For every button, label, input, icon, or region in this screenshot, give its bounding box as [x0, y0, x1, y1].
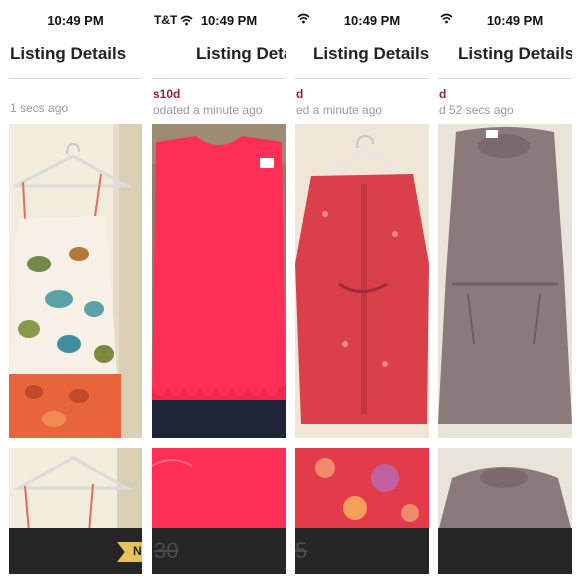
page-title: Listing Detai	[196, 44, 286, 63]
wifi-icon	[297, 13, 310, 24]
bottom-bar: 5	[295, 528, 429, 574]
page-title: Listing Details	[10, 44, 127, 63]
listing-panel-4: 10:49 PM Listing Details d d 52 secs ago	[438, 6, 572, 574]
nav-bar: Listing Detai	[152, 34, 286, 79]
wifi-icon	[440, 13, 453, 24]
bottom-bar: 30	[152, 528, 286, 574]
page-title: Listing Details	[313, 44, 429, 63]
status-time: 10:49 PM	[47, 13, 104, 28]
listing-photo-2[interactable]	[152, 448, 286, 532]
updated-time: 1 secs ago	[10, 101, 69, 115]
screenshot-collage: 10:49 PM Listing Details 1 secs ago N T&…	[0, 0, 580, 580]
listing-meta: d d 52 secs ago	[438, 79, 572, 125]
status-bar: 10:49 PM	[9, 6, 142, 34]
listing-photo[interactable]	[9, 124, 142, 438]
status-time: 10:49 PM	[343, 13, 401, 28]
listing-meta: d ed a minute ago	[295, 79, 429, 125]
updated-time: d 52 secs ago	[439, 103, 514, 117]
page-title: Listing Details	[458, 44, 572, 63]
seller-username[interactable]: d	[439, 87, 446, 101]
seller-username[interactable]: s10d	[153, 87, 180, 101]
tag-label: N	[133, 544, 142, 558]
nav-bar: Listing Details	[9, 34, 142, 79]
listing-panel-3: 10:49 PM Listing Details d ed a minute a…	[295, 6, 429, 574]
updated-time: odated a minute ago	[153, 103, 263, 117]
carrier-status	[297, 13, 310, 24]
listing-photo-2[interactable]	[9, 448, 142, 532]
listing-photo[interactable]	[295, 124, 429, 438]
listing-photo-2[interactable]	[438, 448, 572, 532]
status-bar: 10:49 PM	[438, 6, 572, 34]
nav-bar: Listing Details	[438, 34, 572, 79]
price-label: 30	[154, 538, 179, 563]
listing-panel-1: 10:49 PM Listing Details 1 secs ago N	[9, 6, 142, 574]
nav-bar: Listing Details	[295, 34, 429, 79]
bottom-bar: 9	[438, 528, 572, 574]
listing-meta: s10d odated a minute ago	[152, 79, 286, 125]
listing-photo-2[interactable]	[295, 448, 429, 532]
listing-meta: 1 secs ago	[9, 79, 142, 125]
updated-time: ed a minute ago	[296, 103, 383, 117]
listing-panel-2: T&T 10:49 PM Listing Detai s10d odated a…	[152, 6, 286, 574]
price-label: 5	[295, 538, 308, 563]
status-time: 10:49 PM	[200, 13, 258, 28]
carrier-status	[440, 13, 453, 24]
listing-photo[interactable]	[152, 124, 286, 438]
status-bar: 10:49 PM	[295, 6, 429, 34]
status-bar: T&T 10:49 PM	[152, 6, 286, 34]
bottom-bar: N	[9, 528, 142, 574]
seller-username[interactable]: d	[296, 87, 303, 101]
listing-photo[interactable]	[438, 124, 572, 438]
status-time: 10:49 PM	[486, 13, 544, 28]
